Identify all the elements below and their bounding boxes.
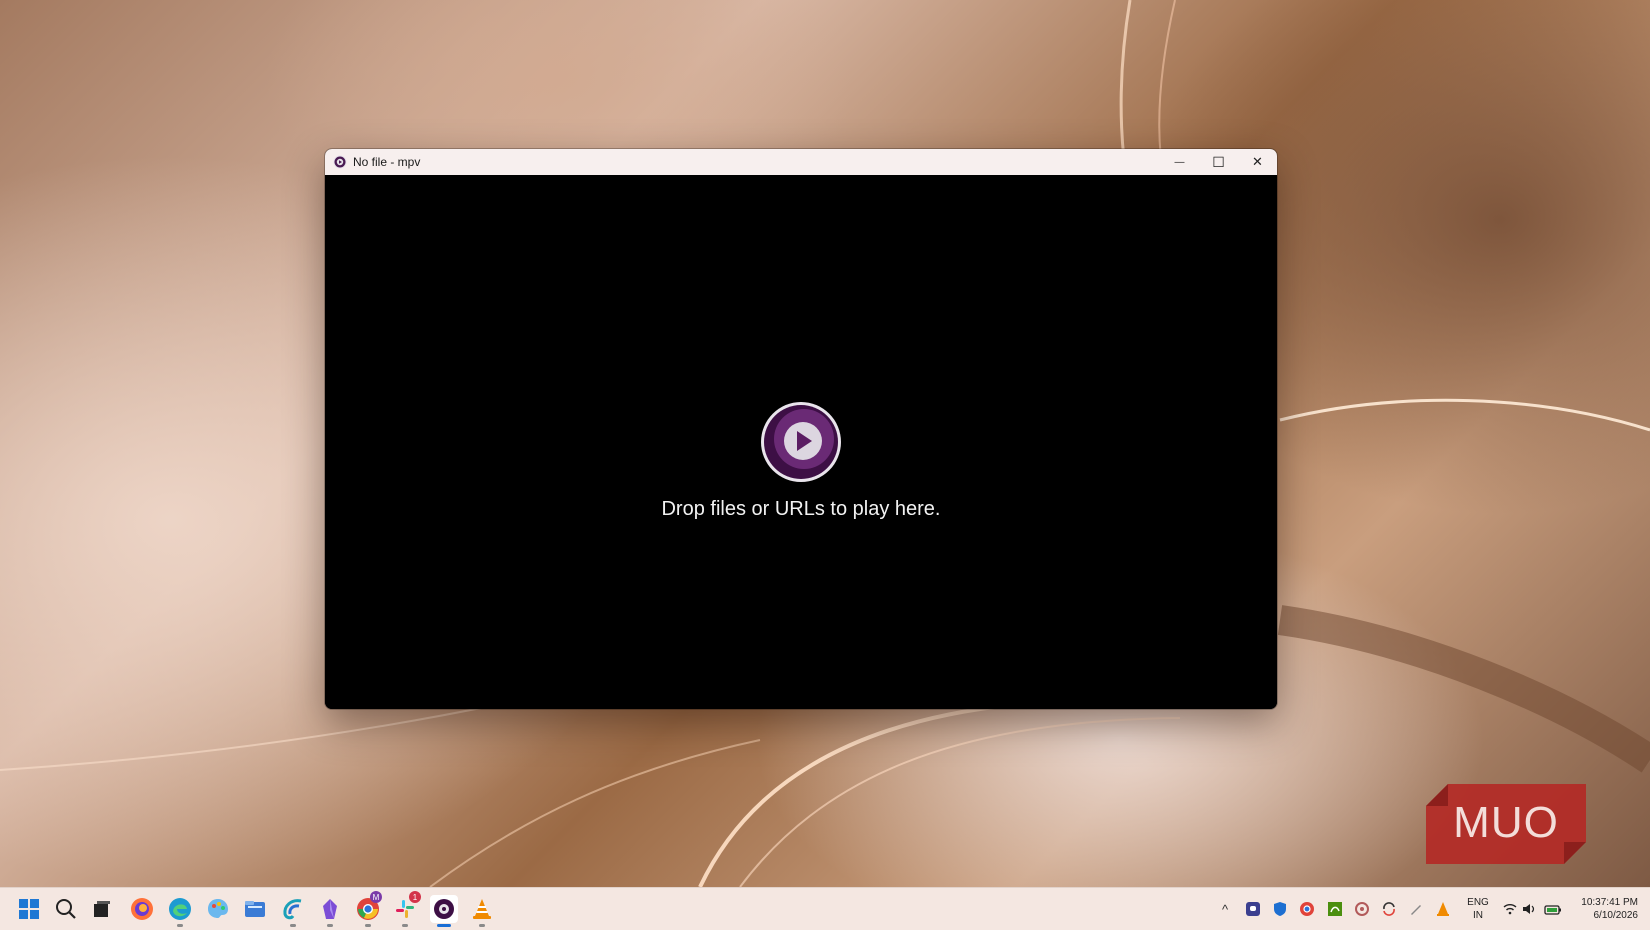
paint-icon <box>208 899 228 918</box>
task-view-button[interactable] <box>88 895 116 923</box>
file-explorer-icon <box>245 901 265 917</box>
start-button[interactable] <box>15 895 43 923</box>
video-drop-area[interactable]: Drop files or URLs to play here. <box>325 175 1277 709</box>
tray-chrome-icon[interactable] <box>1298 900 1316 918</box>
mpv-window[interactable]: No file - mpv — ☐ ✕ Drop files or URLs t… <box>325 149 1277 709</box>
language-indicator[interactable]: ENG IN <box>1462 896 1494 922</box>
tray-discord-icon[interactable] <box>1244 900 1262 918</box>
obsidian-icon <box>323 899 337 919</box>
system-clock[interactable]: 10:37:41 PM 6/10/2026 <box>1581 896 1638 922</box>
wifi-icon[interactable] <box>1501 900 1519 918</box>
mpv-taskbar-icon <box>434 899 454 919</box>
mpv-active-indicator <box>437 924 451 927</box>
drop-hint-text: Drop files or URLs to play here. <box>661 498 941 520</box>
obsidian-running-indicator <box>327 924 333 927</box>
slack-notification-badge: 1 <box>409 891 421 903</box>
clock-time: 10:37:41 PM <box>1581 897 1638 908</box>
copilot-running-indicator <box>290 924 296 927</box>
taskbar-file-explorer[interactable] <box>241 895 269 923</box>
taskbar-paint[interactable] <box>204 895 232 923</box>
search-icon <box>56 899 76 919</box>
edge-icon <box>169 898 191 920</box>
taskbar-app-copilot[interactable] <box>279 895 307 923</box>
minimize-icon: — <box>1174 156 1185 168</box>
close-icon: ✕ <box>1252 154 1263 169</box>
muo-watermark-text: MUO <box>1453 798 1559 847</box>
close-button[interactable]: ✕ <box>1238 149 1277 175</box>
language-region: IN <box>1473 910 1483 921</box>
taskbar-obsidian[interactable] <box>316 895 344 923</box>
tray-sync-icon[interactable] <box>1380 900 1398 918</box>
chrome-profile-badge: M <box>370 891 382 903</box>
tray-app-icon[interactable] <box>1353 900 1371 918</box>
battery-icon[interactable] <box>1544 900 1562 918</box>
mpv-logo-icon <box>760 401 842 483</box>
vlc-icon <box>473 899 491 919</box>
edge-running-indicator <box>177 924 183 927</box>
taskbar-vlc[interactable] <box>468 895 496 923</box>
taskbar-firefox[interactable] <box>128 895 156 923</box>
vlc-running-indicator <box>479 924 485 927</box>
tray-overflow-chevron-icon[interactable]: ^ <box>1216 900 1234 918</box>
windows-logo-icon <box>19 899 39 919</box>
language-code: ENG <box>1467 897 1489 908</box>
taskbar-edge[interactable] <box>166 895 194 923</box>
task-view-icon <box>94 901 110 917</box>
window-title: No file - mpv <box>353 155 421 169</box>
clock-date: 6/10/2026 <box>1593 910 1639 921</box>
tray-defender-icon[interactable] <box>1271 900 1289 918</box>
tray-pen-icon[interactable] <box>1407 900 1425 918</box>
title-bar[interactable]: No file - mpv — ☐ ✕ <box>325 149 1277 175</box>
mpv-icon <box>333 155 347 169</box>
search-button[interactable] <box>52 895 80 923</box>
maximize-icon: ☐ <box>1212 153 1225 170</box>
minimize-button[interactable]: — <box>1160 149 1199 175</box>
firefox-icon <box>131 898 153 920</box>
muo-watermark-logo: MUO <box>1426 784 1586 866</box>
slack-running-indicator <box>402 924 408 927</box>
cortana-icon <box>283 899 302 920</box>
taskbar: M 1 ^ ENG IN 10:37:41 PM 6/10/2026 <box>0 887 1650 930</box>
maximize-button[interactable]: ☐ <box>1199 149 1238 175</box>
taskbar-mpv[interactable] <box>430 895 458 923</box>
tray-nvidia-icon[interactable] <box>1326 900 1344 918</box>
tray-vlc-icon[interactable] <box>1434 900 1452 918</box>
volume-icon[interactable] <box>1520 900 1538 918</box>
chrome-running-indicator <box>365 924 371 927</box>
